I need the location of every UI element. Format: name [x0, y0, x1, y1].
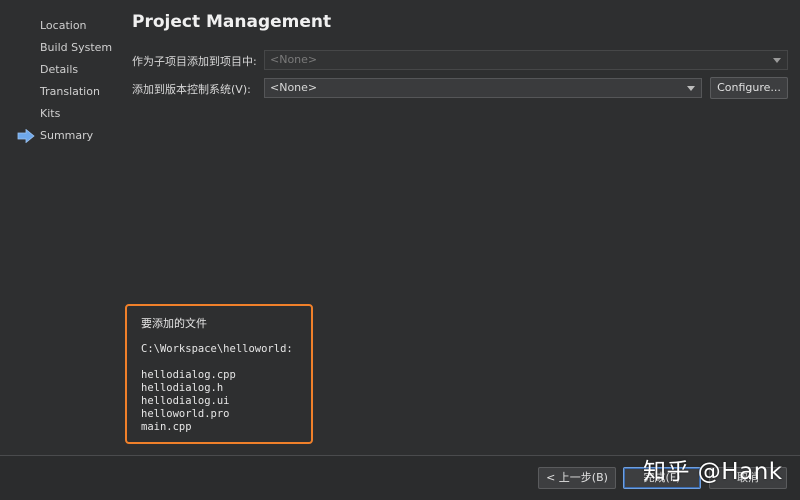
files-heading: 要添加的文件: [141, 317, 207, 330]
file-item: hellodialog.ui: [141, 395, 230, 407]
subproject-label: 作为子项目添加到项目中:: [132, 55, 257, 68]
page-title: Project Management: [132, 12, 332, 32]
step-details: Details: [40, 63, 79, 76]
subproject-value: <None>: [270, 53, 318, 66]
file-item: helloworld.pro: [141, 408, 230, 420]
step-location: Location: [40, 19, 87, 32]
vcs-label: 添加到版本控制系统(V):: [132, 83, 251, 96]
file-item: hellodialog.cpp: [141, 369, 236, 381]
right-arrow-icon: [17, 129, 35, 143]
subproject-combobox: <None>: [264, 50, 788, 70]
configure-button[interactable]: Configure...: [710, 77, 788, 99]
watermark: 知乎 @Hank: [643, 459, 783, 485]
back-button[interactable]: < 上一步(B): [538, 467, 616, 489]
chevron-down-icon: [687, 86, 695, 91]
file-item: hellodialog.h: [141, 382, 224, 394]
files-list: hellodialog.cpp hellodialog.h hellodialo…: [141, 369, 311, 434]
vcs-value: <None>: [270, 81, 318, 94]
step-translation: Translation: [40, 85, 100, 98]
step-kits: Kits: [40, 107, 61, 120]
vcs-combobox[interactable]: <None>: [264, 78, 702, 98]
files-path: C:\Workspace\helloworld:: [141, 343, 293, 355]
step-build-system: Build System: [40, 41, 113, 54]
files-to-add-box: 要添加的文件 C:\Workspace\helloworld: hellodia…: [125, 304, 313, 444]
step-summary: Summary: [40, 129, 94, 142]
wizard-steps-sidebar: Location Build System Details Translatio…: [0, 0, 120, 455]
chevron-down-icon: [773, 58, 781, 63]
file-item: main.cpp: [141, 421, 192, 433]
